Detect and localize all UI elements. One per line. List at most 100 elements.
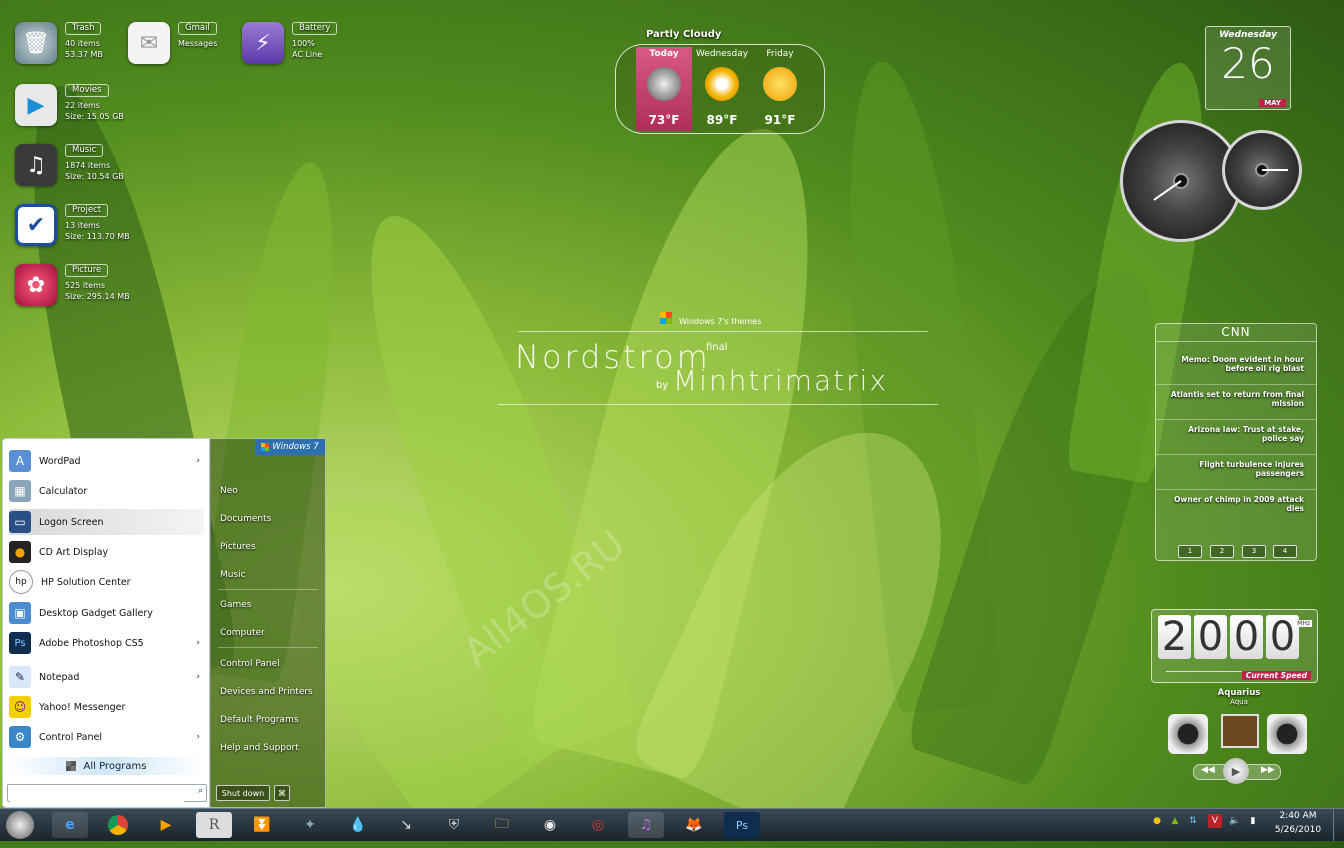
- banner-final: final: [706, 342, 728, 353]
- movies-folder[interactable]: ▶ Movies 22 items Size: 15.05 GB: [15, 84, 124, 126]
- download-icon[interactable]: ⏬: [244, 812, 280, 838]
- next-icon[interactable]: ▶▶: [1261, 765, 1275, 775]
- arrow-app-icon[interactable]: ↘: [388, 812, 424, 838]
- r-app-icon[interactable]: R: [196, 812, 232, 838]
- start-search-box[interactable]: ⌕: [7, 784, 207, 806]
- shield-icon[interactable]: ⛨: [436, 812, 472, 838]
- music-note-icon: ♫: [15, 144, 57, 186]
- signal-icon[interactable]: ▮: [1246, 814, 1260, 828]
- shutdown-button[interactable]: Shut down: [216, 785, 270, 801]
- calendar-gadget[interactable]: Wednesday 26 MAY: [1205, 26, 1291, 110]
- link-documents[interactable]: Documents: [220, 514, 271, 524]
- picture-folder[interactable]: ✿ Picture 525 items Size: 295.14 MB: [15, 264, 130, 306]
- space-app-icon[interactable]: ✦: [292, 812, 328, 838]
- weather-day-friday: Friday 91°F: [752, 47, 808, 131]
- program-control-panel[interactable]: ⚙ Control Panel ›: [9, 724, 204, 750]
- itunes-icon[interactable]: ♫: [628, 812, 664, 838]
- windows-flag-icon: [65, 761, 76, 771]
- show-desktop-button[interactable]: [1333, 809, 1344, 841]
- submenu-arrow-icon: ›: [196, 672, 200, 682]
- link-user-neo[interactable]: Neo: [220, 486, 238, 496]
- windows7-badge-label: Windows 7: [272, 442, 319, 452]
- control-panel-icon: ⚙: [9, 726, 31, 748]
- program-yahoo-messenger[interactable]: ☺ Yahoo! Messenger: [9, 694, 204, 720]
- weather-condition: Partly Cloudy: [646, 29, 722, 40]
- project-folder[interactable]: ✔ Project 13 items Size: 113.70 MB: [15, 204, 130, 246]
- cnn-page-3[interactable]: 3: [1242, 545, 1266, 558]
- shutdown-options-icon[interactable]: ⌘: [274, 785, 290, 801]
- media-player-gadget[interactable]: Aquarius Aqua ◀◀ ▶ ▶▶: [1165, 688, 1313, 788]
- wordpad-icon: A: [9, 450, 31, 472]
- play-button[interactable]: ▶: [1223, 758, 1249, 784]
- photoshop-taskbar-icon[interactable]: Ps: [724, 812, 760, 838]
- windows-flag-icon: [660, 312, 672, 324]
- speaker-left-icon: [1168, 714, 1208, 754]
- link-music[interactable]: Music: [220, 570, 246, 580]
- program-label: Adobe Photoshop CS5: [39, 637, 144, 649]
- music-folder[interactable]: ♫ Music 1874 items Size: 10.54 GB: [15, 144, 124, 186]
- program-calculator[interactable]: ▦ Calculator: [9, 478, 204, 504]
- hp-icon: hp: [9, 570, 33, 594]
- cnn-news-gadget[interactable]: CNN Memo: Doom evident in hour before oi…: [1155, 323, 1317, 561]
- firefox-icon[interactable]: 🦊: [676, 812, 712, 838]
- previous-icon[interactable]: ◀◀: [1201, 765, 1215, 775]
- program-logon-screen[interactable]: ▭ Logon Screen: [9, 509, 204, 535]
- start-menu-links-pane: Windows 7 Neo Documents Pictures Music G…: [209, 438, 326, 808]
- link-pictures[interactable]: Pictures: [220, 542, 256, 552]
- tray-v-icon[interactable]: V: [1208, 814, 1222, 828]
- cnn-page-2[interactable]: 2: [1210, 545, 1234, 558]
- trash-count: 40 items: [65, 39, 100, 48]
- program-wordpad[interactable]: A WordPad ›: [9, 448, 204, 474]
- internet-explorer-icon[interactable]: e: [52, 812, 88, 838]
- gmail-widget[interactable]: ✉ Gmail Messages: [128, 22, 217, 64]
- program-desktop-gadget-gallery[interactable]: ▣ Desktop Gadget Gallery: [9, 600, 204, 626]
- start-menu: A WordPad › ▦ Calculator ▭ Logon Screen ● CD …: [2, 438, 326, 808]
- water-drop-icon[interactable]: 💧: [340, 812, 376, 838]
- all-programs-label: All Programs: [83, 760, 147, 772]
- trash-icon: 🗑: [15, 22, 57, 64]
- news-item[interactable]: Atlantis set to return from final missio…: [1156, 385, 1316, 420]
- battery-widget[interactable]: ⚡ Battery 100% AC Line: [242, 22, 338, 64]
- news-item[interactable]: Flight turbulence injures passengers: [1156, 455, 1316, 490]
- weather-gadget[interactable]: Today 73°F Wednesday 89°F Friday 91°F: [615, 44, 825, 134]
- program-adobe-photoshop[interactable]: Ps Adobe Photoshop CS5 ›: [9, 630, 204, 656]
- weather-temp: 91°F: [764, 113, 796, 127]
- search-icon[interactable]: ⌕: [198, 786, 203, 796]
- tray-network-icon[interactable]: ⇅: [1186, 814, 1200, 828]
- link-help-and-support[interactable]: Help and Support: [220, 743, 299, 753]
- cpu-history-graph: [1166, 665, 1246, 672]
- all-programs-button[interactable]: All Programs: [7, 757, 205, 775]
- chrome-icon[interactable]: [100, 812, 136, 838]
- clock-date[interactable]: 5/26/2010: [1268, 825, 1328, 835]
- weather-day-today: Today 73°F: [636, 47, 692, 131]
- project-label: Project: [65, 204, 109, 217]
- camera-icon[interactable]: ◉: [532, 812, 568, 838]
- link-games[interactable]: Games: [220, 600, 251, 610]
- folder-icon[interactable]: 🗀: [484, 812, 520, 838]
- link-default-programs[interactable]: Default Programs: [220, 715, 298, 725]
- trash-widget[interactable]: 🗑 Trash 40 items 53.37 MB: [15, 22, 103, 64]
- cpu-speed-gadget: 2 0 0 0 MHz Current Speed: [1151, 609, 1318, 683]
- link-control-panel[interactable]: Control Panel: [220, 659, 280, 669]
- cnn-page-4[interactable]: 4: [1273, 545, 1297, 558]
- media-player-icon[interactable]: ▶: [148, 812, 184, 838]
- program-hp-solution-center[interactable]: hp HP Solution Center: [9, 569, 204, 595]
- link-computer[interactable]: Computer: [220, 628, 265, 638]
- track-artist: Aqua: [1230, 698, 1248, 706]
- tray-app-icon[interactable]: ●: [1150, 814, 1164, 828]
- link-devices-and-printers[interactable]: Devices and Printers: [220, 687, 313, 697]
- volume-icon[interactable]: 🔈: [1228, 814, 1242, 828]
- news-item[interactable]: Memo: Doom evident in hour before oil ri…: [1156, 350, 1316, 385]
- cnn-page-1[interactable]: 1: [1178, 545, 1202, 558]
- notepad-icon: ✎: [9, 666, 31, 688]
- news-item[interactable]: Owner of chimp in 2009 attack dies: [1156, 490, 1316, 525]
- garena-icon[interactable]: ◎: [580, 812, 616, 838]
- program-cd-art-display[interactable]: ● CD Art Display: [9, 539, 204, 565]
- program-notepad[interactable]: ✎ Notepad ›: [9, 664, 204, 690]
- news-item[interactable]: Arizona law: Trust at stake, police say: [1156, 420, 1316, 455]
- clock-time[interactable]: 2:40 AM: [1268, 811, 1328, 821]
- start-orb-icon[interactable]: [6, 811, 34, 839]
- play-icon: ▶: [15, 84, 57, 126]
- start-search-input[interactable]: [10, 790, 184, 806]
- tray-triangle-icon[interactable]: ▲: [1168, 814, 1182, 828]
